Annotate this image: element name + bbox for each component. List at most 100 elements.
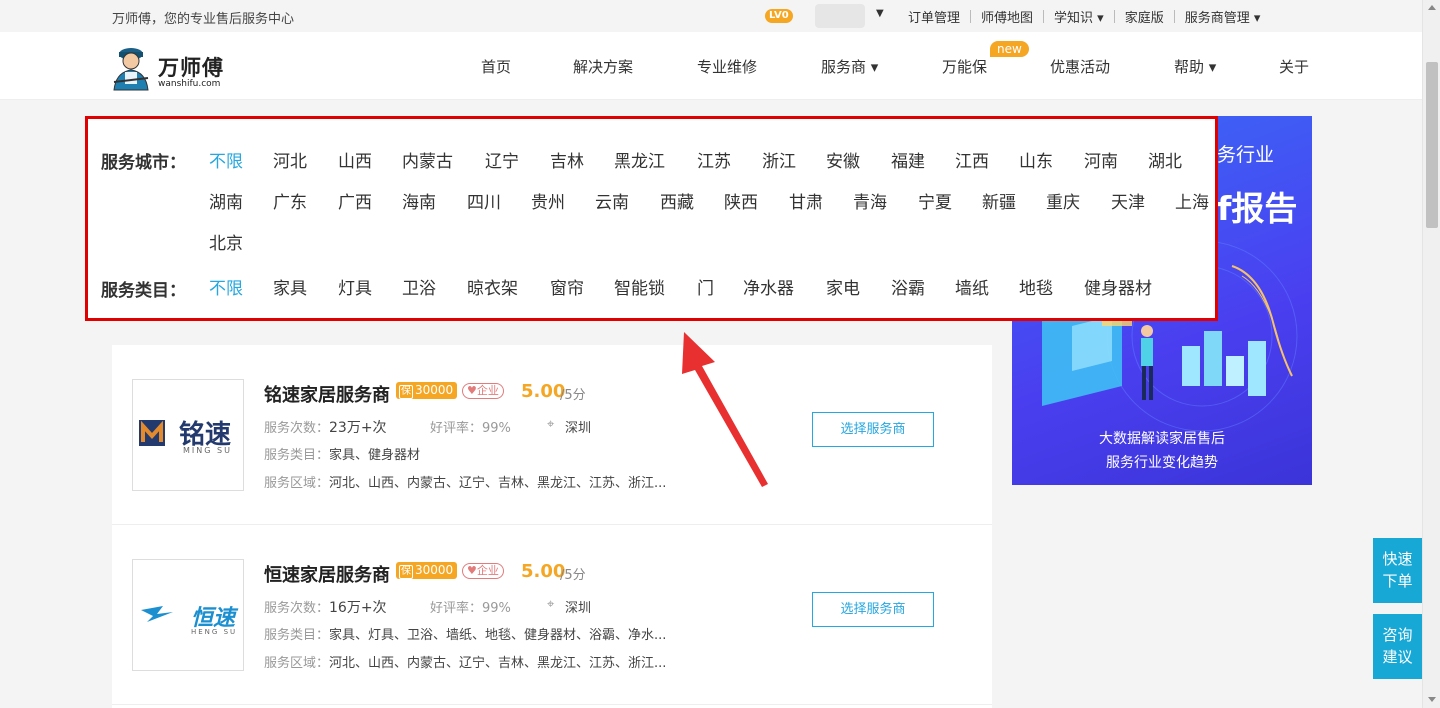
category-option[interactable]: 家电 [826, 274, 860, 299]
master-map-link[interactable]: 师傅地图 [971, 7, 1043, 26]
provider-card: 铭速 MING SU 铭速家居服务商 保 30000 ♥企业 5.00 /5分 服… [112, 345, 992, 525]
city-option[interactable]: 福建 [891, 147, 925, 172]
order-management-link[interactable]: 订单管理 [898, 7, 970, 26]
annotation-arrow-icon [682, 332, 768, 487]
provider-logo[interactable]: 恒速 HENG SU [132, 559, 244, 671]
provider-logo-sub: HENG SU [191, 628, 238, 636]
provider-location: 深圳 [565, 421, 592, 436]
category-option[interactable]: 净水器 [743, 274, 794, 299]
feedback-button[interactable]: 咨询 建议 [1373, 614, 1422, 679]
category-option[interactable]: 晾衣架 [467, 274, 518, 299]
city-option[interactable]: 山东 [1019, 147, 1053, 172]
service-count-value: 16万+次 [329, 600, 387, 616]
area-value: 河北、山西、内蒙古、辽宁、吉林、黑龙江、江苏、浙江... [329, 476, 667, 491]
city-option[interactable]: 海南 [402, 188, 436, 213]
category-option[interactable]: 地毯 [1019, 274, 1053, 299]
category-option[interactable]: 不限 [209, 274, 243, 299]
city-option[interactable]: 重庆 [1046, 188, 1080, 213]
nav-wannengbao[interactable]: 万能保 [942, 56, 987, 77]
city-option[interactable]: 上海 [1175, 188, 1209, 213]
category-option[interactable]: 健身器材 [1084, 274, 1152, 299]
city-option[interactable]: 新疆 [982, 188, 1016, 213]
category-value: 家具、健身器材 [329, 448, 421, 463]
city-option[interactable]: 湖南 [209, 188, 243, 213]
top-links: 订单管理 师傅地图 学知识 ▾ 家庭版 服务商管理 ▾ [898, 0, 1270, 32]
nav-help[interactable]: 帮助 ▾ [1174, 56, 1216, 77]
city-option[interactable]: 四川 [467, 188, 501, 213]
user-menu-caret-icon[interactable]: ▼ [876, 8, 884, 19]
quick-order-line1: 快速 [1382, 550, 1413, 568]
area-line: 服务区域：河北、山西、内蒙古、辽宁、吉林、黑龙江、江苏、浙江... [264, 472, 666, 491]
city-option[interactable]: 宁夏 [918, 188, 952, 213]
city-option[interactable]: 吉林 [550, 147, 584, 172]
family-edition-link[interactable]: 家庭版 [1115, 7, 1174, 26]
city-option[interactable]: 安徽 [826, 147, 860, 172]
city-option[interactable]: 广东 [273, 188, 307, 213]
nav-promotions[interactable]: 优惠活动 [1050, 56, 1110, 77]
city-option[interactable]: 河南 [1084, 147, 1118, 172]
city-option[interactable]: 云南 [595, 188, 629, 213]
city-option[interactable]: 浙江 [762, 147, 796, 172]
provider-management-menu[interactable]: 服务商管理 ▾ [1175, 7, 1271, 26]
scroll-up-arrow-icon[interactable] [1428, 5, 1436, 10]
provider-location: 深圳 [565, 601, 592, 616]
page-scrollbar[interactable] [1422, 0, 1440, 708]
site-logo[interactable]: 万师傅 wanshifu.com [110, 42, 225, 94]
category-option[interactable]: 卫浴 [402, 274, 436, 299]
select-provider-button[interactable]: 选择服务商 [812, 412, 934, 447]
provider-logo-sub: MING SU [183, 446, 232, 455]
level-badge: LV0 [765, 9, 793, 23]
city-option[interactable]: 河北 [273, 147, 307, 172]
provider-name[interactable]: 铭速家居服务商 [264, 381, 390, 407]
nav-providers[interactable]: 服务商 ▾ [821, 56, 878, 77]
scroll-down-arrow-icon[interactable] [1428, 697, 1436, 702]
nav-solutions[interactable]: 解决方案 [573, 56, 633, 77]
city-option[interactable]: 广西 [338, 188, 372, 213]
category-option[interactable]: 家具 [273, 274, 307, 299]
category-option[interactable]: 窗帘 [550, 274, 584, 299]
city-option[interactable]: 湖北 [1148, 147, 1182, 172]
deposit-icon: 保 [399, 565, 413, 579]
city-option[interactable]: 江苏 [697, 147, 731, 172]
area-value: 河北、山西、内蒙古、辽宁、吉林、黑龙江、江苏、浙江... [329, 656, 667, 671]
city-option[interactable]: 不限 [209, 147, 243, 172]
area-label: 服务区域： [264, 476, 330, 491]
deposit-icon: 保 [399, 385, 413, 399]
enterprise-tag-label: 企业 [476, 384, 499, 397]
deposit-badge: 保 30000 [396, 562, 458, 579]
city-option[interactable]: 江西 [955, 147, 989, 172]
city-option[interactable]: 内蒙古 [402, 147, 453, 172]
brand-url: wanshifu.com [158, 79, 221, 89]
category-option[interactable]: 智能锁 [614, 274, 665, 299]
mascot-logo-icon [113, 48, 149, 91]
city-option[interactable]: 甘肃 [789, 188, 823, 213]
nav-about[interactable]: 关于 [1279, 56, 1309, 77]
city-option[interactable]: 天津 [1111, 188, 1145, 213]
select-provider-button[interactable]: 选择服务商 [812, 592, 934, 627]
quick-order-button[interactable]: 快速 下单 [1373, 538, 1422, 603]
city-option[interactable]: 青海 [853, 188, 887, 213]
city-option[interactable]: 山西 [338, 147, 372, 172]
category-option[interactable]: 灯具 [338, 274, 372, 299]
city-option[interactable]: 辽宁 [485, 147, 519, 172]
user-name-blurred[interactable] [815, 4, 865, 28]
nav-home[interactable]: 首页 [481, 56, 511, 77]
category-option[interactable]: 门 [697, 274, 714, 299]
city-option[interactable]: 西藏 [660, 188, 694, 213]
provider-logo[interactable]: 铭速 MING SU [132, 379, 244, 491]
category-line: 服务类目：家具、灯具、卫浴、墙纸、地毯、健身器材、浴霸、净水... [264, 624, 666, 643]
banner-big-fragment: f报告 [1217, 189, 1298, 228]
scrollbar-thumb[interactable] [1426, 62, 1438, 228]
nav-repair[interactable]: 专业维修 [697, 56, 757, 77]
service-filter-panel: 服务城市： 不限 河北 山西 内蒙古 辽宁 吉林 黑龙江 江苏 浙江 安徽 福建… [85, 116, 1218, 321]
provider-card: 恒速 HENG SU 恒速家居服务商 保 30000 ♥企业 5.00 /5分 服… [112, 525, 992, 705]
provider-name[interactable]: 恒速家居服务商 [264, 561, 390, 587]
category-option[interactable]: 墙纸 [955, 274, 989, 299]
city-option[interactable]: 贵州 [531, 188, 565, 213]
city-option[interactable]: 陕西 [724, 188, 758, 213]
learn-menu[interactable]: 学知识 ▾ [1044, 7, 1114, 26]
category-option[interactable]: 浴霸 [891, 274, 925, 299]
city-option[interactable]: 黑龙江 [614, 147, 665, 172]
city-option[interactable]: 北京 [209, 229, 243, 254]
area-label: 服务区域： [264, 656, 330, 671]
